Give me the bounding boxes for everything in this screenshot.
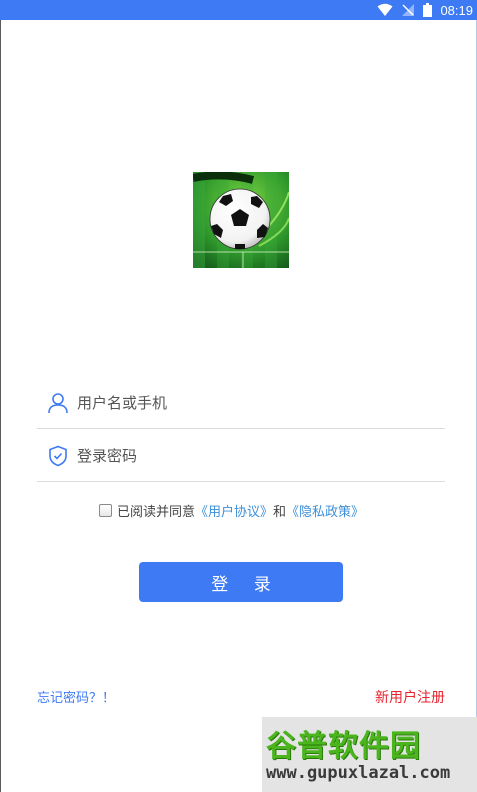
left-edge	[0, 20, 1, 792]
app-logo	[193, 172, 289, 268]
status-icons: 08:19	[377, 0, 473, 20]
login-button[interactable]: 登 录	[139, 562, 343, 602]
watermark-url: www.gupuxlazal.com	[266, 763, 451, 783]
wifi-icon	[377, 3, 393, 17]
signal-off-icon	[401, 3, 415, 17]
register-link[interactable]: 新用户注册	[375, 687, 445, 707]
soccer-ball-on-pitch-logo	[193, 172, 289, 268]
battery-icon	[423, 3, 433, 17]
watermark: 谷普软件园 www.gupuxlazal.com	[262, 717, 477, 792]
status-bar: 08:19	[0, 0, 477, 20]
agreement-prefix: 已阅读并同意	[117, 504, 196, 520]
privacy-policy-link[interactable]: 《隐私政策》	[286, 501, 364, 520]
forgot-password-link[interactable]: 忘记密码？！	[37, 687, 115, 706]
login-screen: 08:19 用户名或手机 已阅读并同意 《用户协议》 和 《隐私政策》 登 录 …	[0, 0, 477, 792]
agreement-conjunction: 和	[273, 504, 287, 520]
agreement-checkbox[interactable]	[99, 503, 112, 517]
user-agreement-link[interactable]: 《用户协议》	[195, 501, 273, 520]
username-input[interactable]	[77, 388, 437, 418]
watermark-title: 谷普软件园	[266, 729, 421, 764]
shield-check-icon	[47, 445, 69, 467]
status-time: 08:19	[440, 2, 473, 18]
agreement-row: 已阅读并同意 《用户协议》 和 《隐私政策》	[99, 499, 364, 521]
user-icon	[47, 392, 69, 414]
password-input[interactable]	[77, 441, 437, 471]
password-field-row	[37, 433, 445, 482]
username-field-row	[37, 380, 445, 429]
